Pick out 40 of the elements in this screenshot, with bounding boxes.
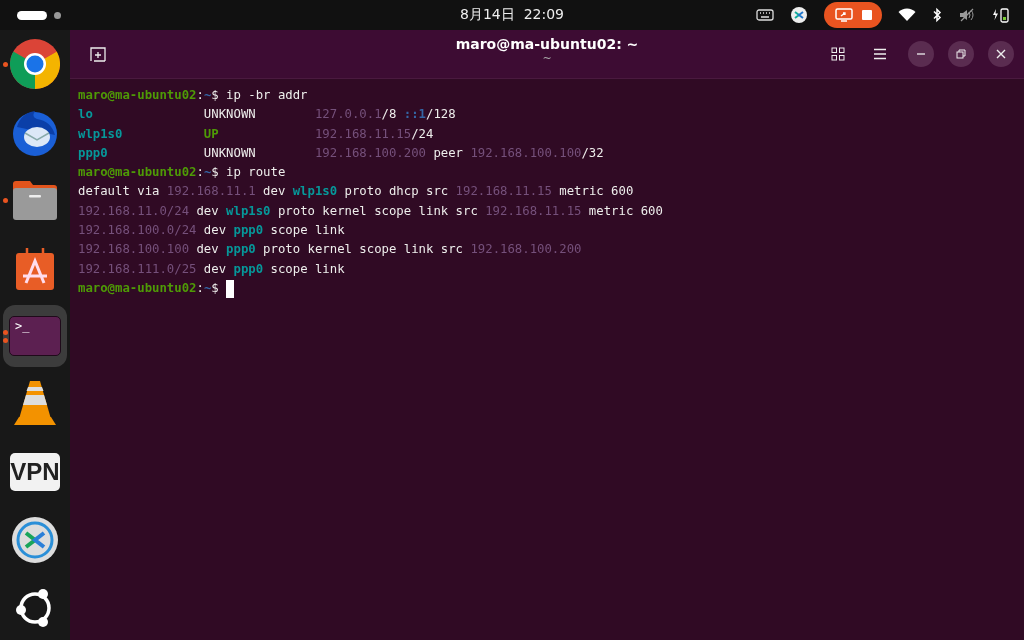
screen-recording-indicator[interactable] — [824, 2, 882, 28]
terminal-line: wlp1s0 UP 192.168.11.15/24 — [78, 125, 434, 143]
terminal-icon: >_ — [9, 316, 61, 356]
minimize-icon — [916, 53, 926, 55]
terminal-line: maro@ma-ubuntu02:~$ ip -br addr — [78, 87, 308, 104]
terminal-line: default via 192.168.11.1 dev wlp1s0 proto dhcp src 192.168.11.15 metric 600 — [78, 183, 634, 201]
remote-desktop-icon[interactable] — [790, 6, 808, 24]
terminal-line: 192.168.11.0/24 dev wlp1s0 proto kernel scope link src 192.168.11.15 metric 600 — [78, 202, 663, 220]
restore-icon — [956, 49, 966, 59]
terminal-line: ppp0 UNKNOWN 192.168.100.200 peer 192.168.100.100/32 — [78, 144, 604, 162]
window-subtitle: ~ — [542, 52, 552, 65]
window-title: maro@ma-ubuntu02: ~ — [455, 36, 639, 52]
terminal-line: 192.168.111.0/25 dev ppp0 scope link — [78, 260, 345, 278]
dock-app-button[interactable]: VPN — [3, 441, 67, 503]
workspace-indicator[interactable] — [17, 10, 47, 20]
browser-icon — [10, 39, 60, 89]
bluetooth-icon[interactable] — [932, 7, 942, 23]
grid-icon — [831, 47, 845, 61]
new-tab-icon — [90, 46, 106, 62]
dock-app-button[interactable]: >_ — [3, 305, 67, 367]
terminal-line: 192.168.100.100 dev ppp0 proto kernel scope link src 192.168.100.200 — [78, 241, 582, 259]
wifi-icon[interactable] — [898, 8, 916, 22]
vpn-icon: VPN — [10, 453, 60, 491]
close-icon — [996, 49, 1006, 59]
battery-icon[interactable] — [992, 7, 1010, 23]
terminal-line: lo UNKNOWN 127.0.0.1/8 ::1/128 — [78, 106, 456, 124]
close-button[interactable] — [988, 41, 1014, 67]
keyboard-icon[interactable] — [756, 9, 774, 21]
shopping-bag-icon — [15, 245, 55, 291]
folder-icon — [10, 178, 60, 222]
remote-desktop-icon — [11, 516, 59, 564]
terminal-line: maro@ma-ubuntu02:~$ ip route — [78, 164, 286, 182]
clock[interactable]: 8月14日 22:09 — [460, 6, 564, 24]
terminal-line: 192.168.100.0/24 dev ppp0 scope link — [78, 222, 345, 240]
terminal-line: maro@ma-ubuntu02:~$ — [78, 279, 220, 297]
workspace-dot[interactable] — [54, 11, 61, 19]
muted-speaker-icon[interactable] — [958, 7, 976, 23]
minimize-button[interactable] — [908, 41, 934, 67]
menu-icon — [873, 48, 887, 60]
restore-button[interactable] — [948, 41, 974, 67]
